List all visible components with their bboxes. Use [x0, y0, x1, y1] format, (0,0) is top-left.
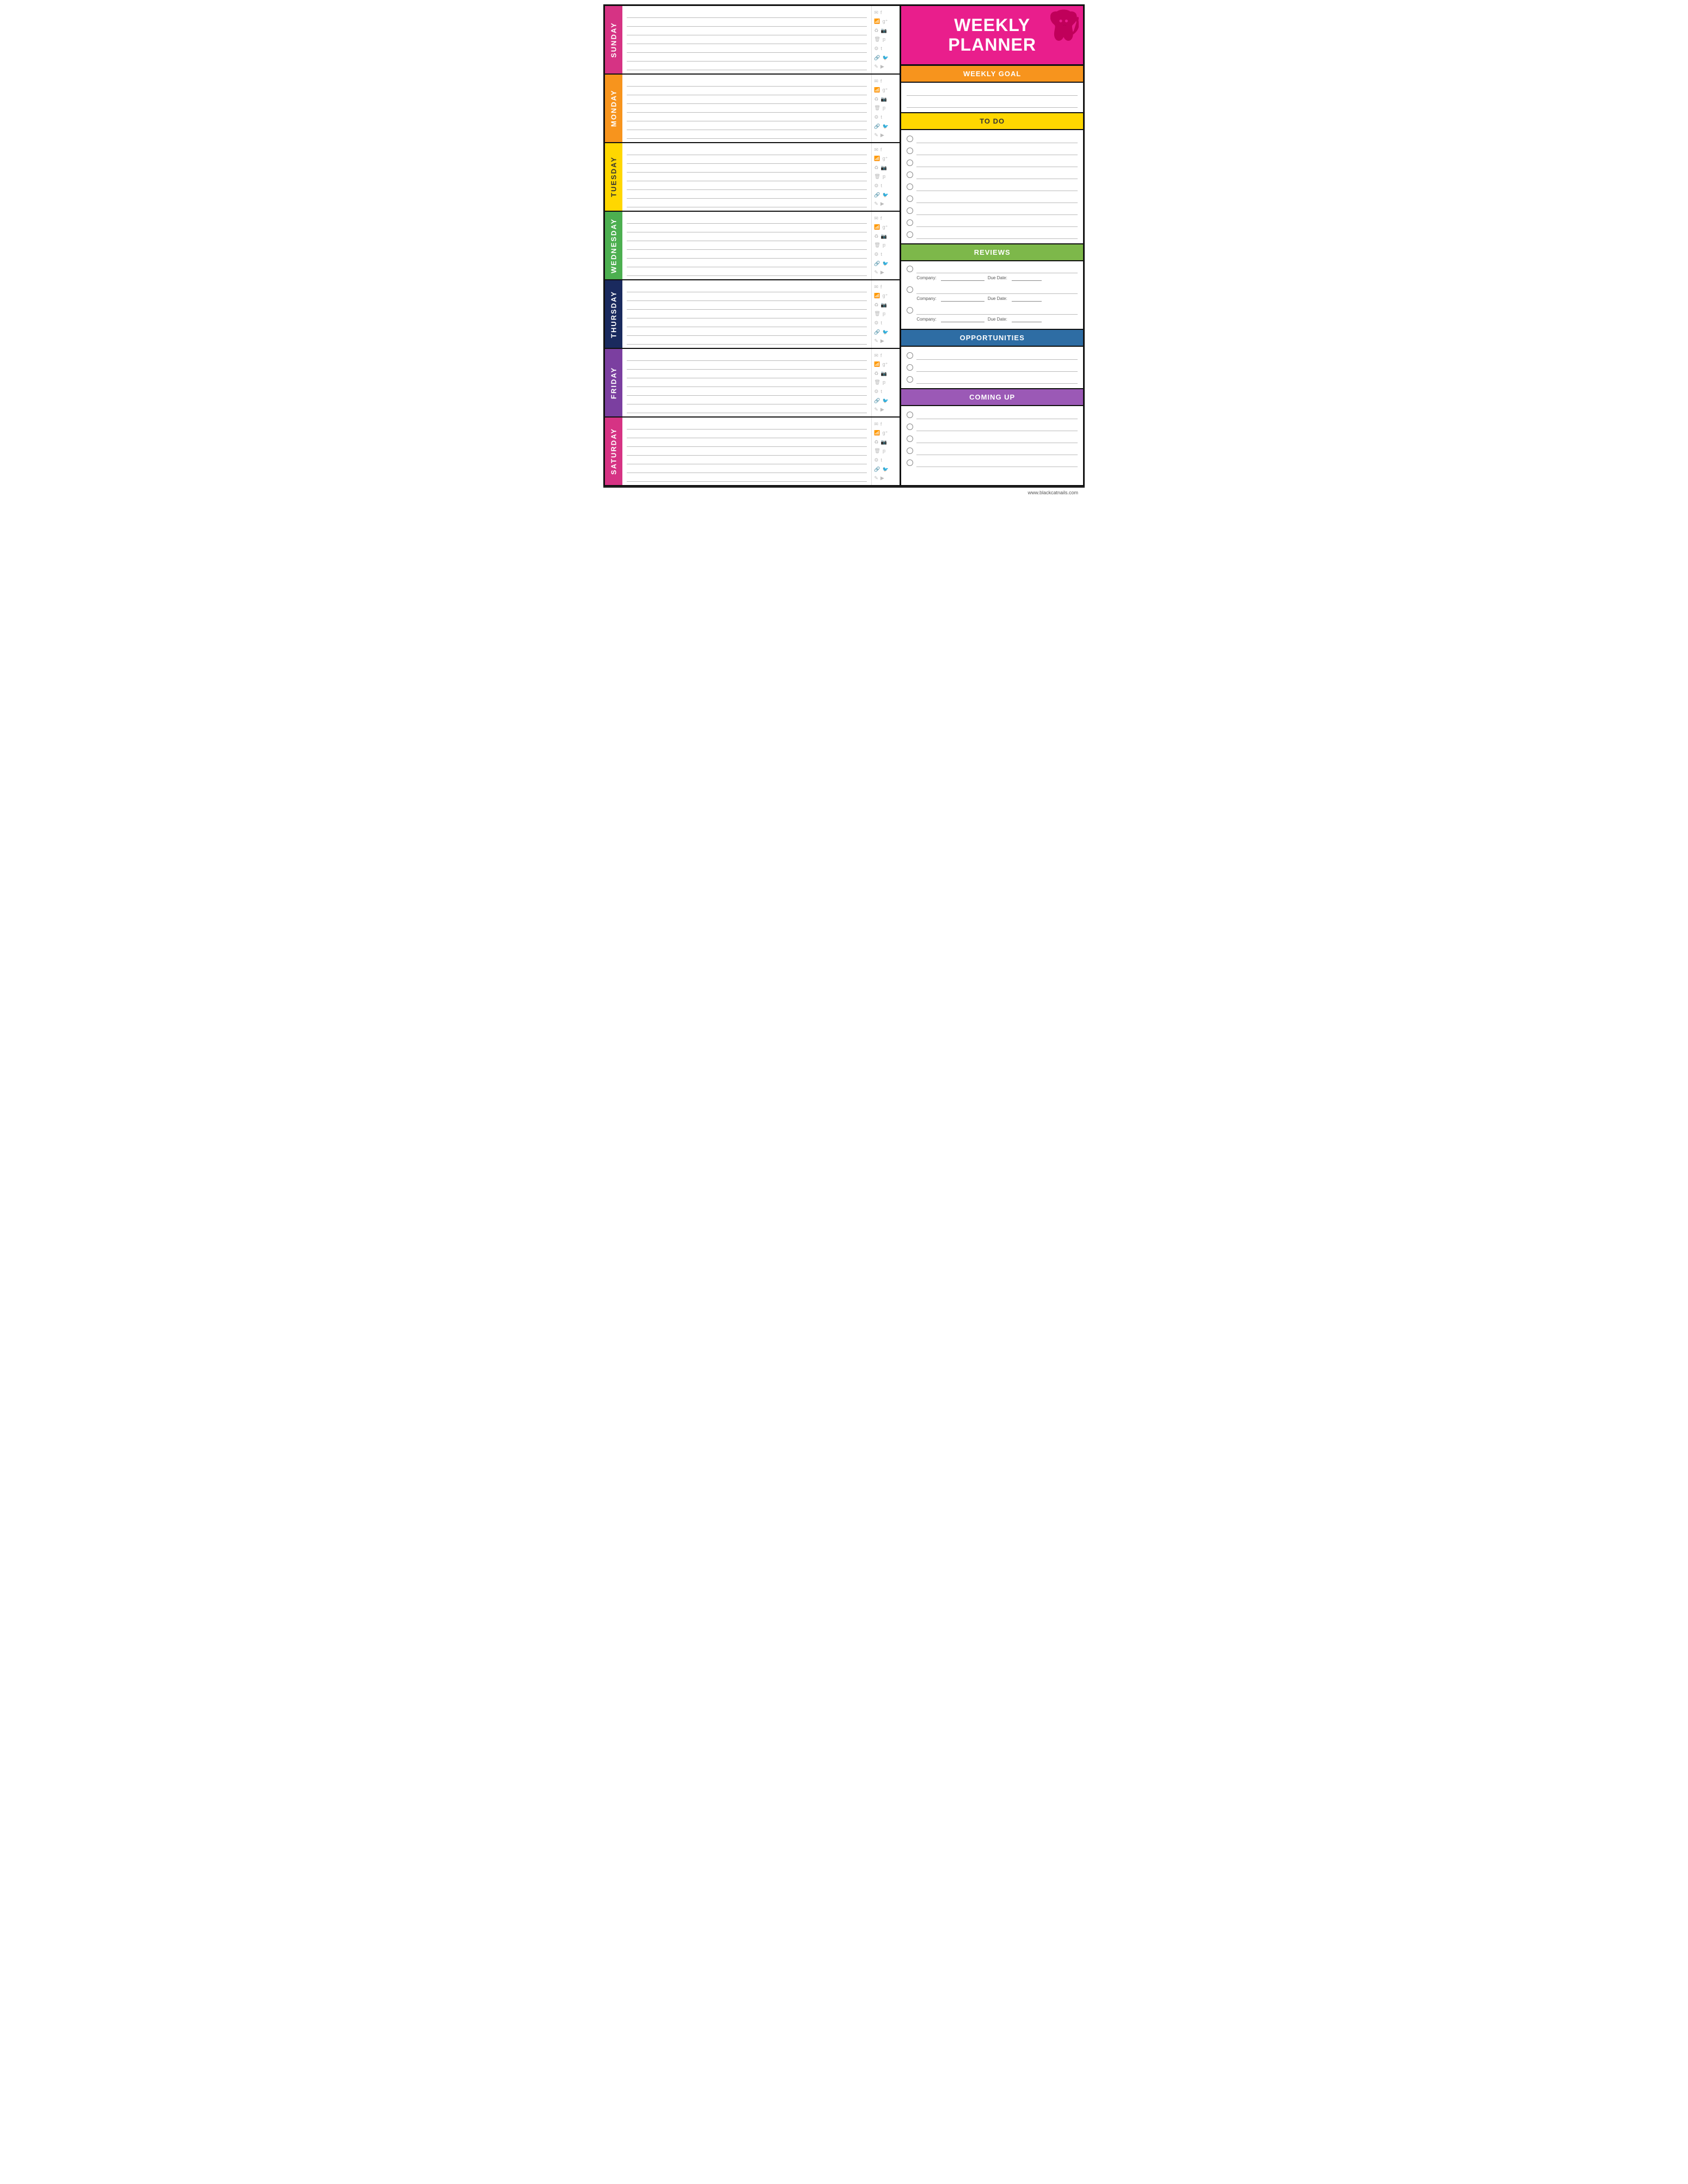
day-label-sunday: SUNDAY: [605, 6, 622, 73]
weekly-planner-page: SUNDAY ✉f 📶g⁺ ♻📷 🗑𝕡 ⚙t 🔗🐦 ✎▶ MONDAY: [603, 4, 1085, 487]
link-icon: 🔗: [874, 56, 880, 60]
coming-up-item-1: [907, 409, 1078, 420]
day-label-saturday: SATURDAY: [605, 418, 622, 485]
day-row-tuesday: TUESDAY ✉f 📶g⁺ ♻📷 🗑𝕡 ⚙t 🔗🐦 ✎▶: [605, 143, 900, 212]
todo-item-7: [907, 205, 1078, 216]
chart-icon: 📶: [874, 19, 880, 24]
day-lines-wednesday: [622, 212, 871, 279]
reviews-content: Company: Due Date: Company: Due Date:: [901, 261, 1083, 330]
coming-up-item-2: [907, 421, 1078, 432]
days-column: SUNDAY ✉f 📶g⁺ ♻📷 🗑𝕡 ⚙t 🔗🐦 ✎▶ MONDAY: [605, 6, 901, 485]
day-row-monday: MONDAY ✉f 📶g⁺ ♻📷 🗑𝕡 ⚙t 🔗🐦 ✎▶: [605, 75, 900, 143]
weekly-goal-header: WEEKLY GOAL: [901, 66, 1083, 83]
day-label-tuesday: TUESDAY: [605, 143, 622, 211]
footer: www.blackcatnails.com: [603, 487, 1085, 498]
day-icons-tuesday: ✉f 📶g⁺ ♻📷 🗑𝕡 ⚙t 🔗🐦 ✎▶: [871, 143, 900, 211]
reviews-header: REVIEWS: [901, 244, 1083, 261]
day-icons-friday: ✉f 📶g⁺ ♻📷 🗑𝕡 ⚙t 🔗🐦 ✎▶: [871, 349, 900, 416]
right-column: WEEKLY PLANNER WEEKLY GOAL TO DO: [901, 6, 1083, 485]
opp-item-3: [907, 374, 1078, 385]
coming-up-item-5: [907, 457, 1078, 468]
day-label-friday: FRIDAY: [605, 349, 622, 416]
todo-item-3: [907, 157, 1078, 168]
todo-item-4: [907, 169, 1078, 180]
opp-item-1: [907, 350, 1078, 361]
review-item-1: Company: Due Date:: [907, 265, 1078, 281]
opp-item-2: [907, 362, 1078, 373]
day-label-wednesday: WEDNESDAY: [605, 212, 622, 279]
day-icons-thursday: ✉f 📶g⁺ ♻📷 🗑𝕡 ⚙t 🔗🐦 ✎▶: [871, 280, 900, 348]
pinterest-icon: 𝕡: [883, 37, 886, 42]
review-item-3: Company: Due Date:: [907, 306, 1078, 322]
footer-url: www.blackcatnails.com: [1028, 490, 1078, 495]
coming-up-content: [901, 406, 1083, 485]
header-title: WEEKLY PLANNER: [948, 16, 1036, 54]
todo-item-9: [907, 229, 1078, 240]
day-icons-sunday: ✉f 📶g⁺ ♻📷 🗑𝕡 ⚙t 🔗🐦 ✎▶: [871, 6, 900, 73]
recycle-icon: ♻: [874, 28, 878, 33]
gplus-icon: g⁺: [883, 19, 888, 24]
to-do-content: [901, 130, 1083, 244]
youtube-icon: ▶: [880, 64, 884, 69]
coming-up-item-3: [907, 433, 1078, 444]
day-label-monday: MONDAY: [605, 75, 622, 142]
weekly-goal-content: [901, 83, 1083, 113]
facebook-icon: f: [880, 10, 882, 15]
day-row-thursday: THURSDAY ✉f 📶g⁺ ♻📷 🗑𝕡 ⚙t 🔗🐦 ✎▶: [605, 280, 900, 349]
coming-up-item-4: [907, 445, 1078, 456]
to-do-header: TO DO: [901, 113, 1083, 130]
coming-up-header: COMING UP: [901, 389, 1083, 406]
todo-circle: [907, 136, 913, 142]
day-row-wednesday: WEDNESDAY ✉f 📶g⁺ ♻📷 🗑𝕡 ⚙t 🔗🐦 ✎▶: [605, 212, 900, 280]
day-row-friday: FRIDAY ✉f 📶g⁺ ♻📷 🗑𝕡 ⚙t 🔗🐦 ✎▶: [605, 349, 900, 418]
todo-item-2: [907, 145, 1078, 156]
cat-silhouette-icon: [1050, 9, 1079, 43]
todo-item-1: [907, 133, 1078, 144]
day-lines-sunday: [622, 6, 871, 73]
edit-icon: ✎: [874, 64, 878, 69]
instagram-icon: 📷: [880, 28, 886, 33]
day-icons-monday: ✉f 📶g⁺ ♻📷 🗑𝕡 ⚙t 🔗🐦 ✎▶: [871, 75, 900, 142]
day-row-sunday: SUNDAY ✉f 📶g⁺ ♻📷 🗑𝕡 ⚙t 🔗🐦 ✎▶: [605, 6, 900, 75]
opportunities-content: [901, 347, 1083, 389]
day-lines-friday: [622, 349, 871, 416]
email-icon: ✉: [874, 10, 878, 15]
day-label-thursday: THURSDAY: [605, 280, 622, 348]
tumblr-icon: t: [880, 46, 882, 51]
day-lines-tuesday: [622, 143, 871, 211]
day-icons-wednesday: ✉f 📶g⁺ ♻📷 🗑𝕡 ⚙t 🔗🐦 ✎▶: [871, 212, 900, 279]
day-lines-thursday: [622, 280, 871, 348]
day-lines-saturday: [622, 418, 871, 485]
header-box: WEEKLY PLANNER: [901, 6, 1083, 66]
todo-item-8: [907, 217, 1078, 228]
gear-icon: ⚙: [874, 46, 878, 51]
day-icons-saturday: ✉f 📶g⁺ ♻📷 🗑𝕡 ⚙t 🔗🐦 ✎▶: [871, 418, 900, 485]
review-item-2: Company: Due Date:: [907, 285, 1078, 302]
day-lines-monday: [622, 75, 871, 142]
todo-item-6: [907, 193, 1078, 204]
todo-item-5: [907, 181, 1078, 192]
opportunities-header: OPPORTUNITIES: [901, 330, 1083, 347]
day-row-saturday: SATURDAY ✉f 📶g⁺ ♻📷 🗑𝕡 ⚙t 🔗🐦 ✎▶: [605, 418, 900, 485]
twitter-icon: 🐦: [883, 56, 889, 60]
trash-icon: 🗑: [874, 37, 880, 42]
